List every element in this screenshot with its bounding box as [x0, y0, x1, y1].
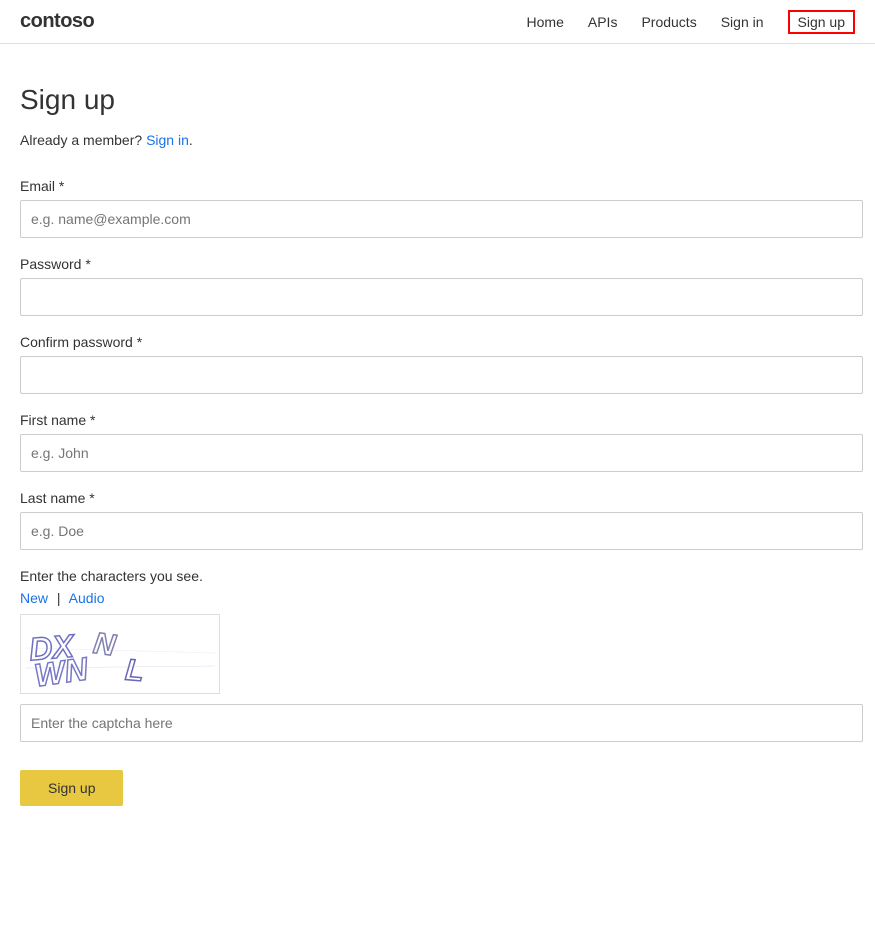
password-label: Password *: [20, 256, 855, 272]
signup-form: Email * Password * Confirm password * Fi…: [20, 178, 855, 806]
main-nav: Home APIs Products Sign in Sign up: [527, 10, 855, 34]
first-name-label: First name *: [20, 412, 855, 428]
captcha-image: DX N WN L: [20, 614, 220, 694]
site-header: contoso Home APIs Products Sign in Sign …: [0, 0, 875, 44]
first-name-group: First name *: [20, 412, 855, 472]
captcha-instruction: Enter the characters you see.: [20, 568, 855, 584]
signup-button[interactable]: Sign up: [20, 770, 123, 806]
confirm-password-input[interactable]: [20, 356, 863, 394]
svg-text:WN: WN: [32, 650, 91, 690]
confirm-password-group: Confirm password *: [20, 334, 855, 394]
captcha-svg: DX N WN L: [25, 618, 215, 690]
svg-text:L: L: [124, 654, 145, 688]
first-name-input[interactable]: [20, 434, 863, 472]
email-label: Email *: [20, 178, 855, 194]
already-member-text: Already a member? Sign in.: [20, 132, 855, 148]
captcha-section: Enter the characters you see. New | Audi…: [20, 568, 855, 742]
main-content: Sign up Already a member? Sign in. Email…: [0, 44, 875, 846]
captcha-input[interactable]: [20, 704, 863, 742]
captcha-links: New | Audio: [20, 590, 855, 606]
signin-link[interactable]: Sign in: [146, 132, 189, 148]
last-name-group: Last name *: [20, 490, 855, 550]
last-name-input[interactable]: [20, 512, 863, 550]
captcha-separator: |: [57, 590, 61, 606]
password-group: Password *: [20, 256, 855, 316]
nav-apis[interactable]: APIs: [588, 14, 618, 30]
site-logo: contoso: [20, 10, 94, 33]
nav-signin[interactable]: Sign in: [721, 14, 764, 30]
email-group: Email *: [20, 178, 855, 238]
last-name-label: Last name *: [20, 490, 855, 506]
captcha-audio-link[interactable]: Audio: [69, 590, 105, 606]
password-input[interactable]: [20, 278, 863, 316]
nav-products[interactable]: Products: [641, 14, 696, 30]
confirm-password-label: Confirm password *: [20, 334, 855, 350]
captcha-new-link[interactable]: New: [20, 590, 48, 606]
nav-home[interactable]: Home: [527, 14, 564, 30]
email-input[interactable]: [20, 200, 863, 238]
nav-signup[interactable]: Sign up: [788, 10, 855, 34]
page-title: Sign up: [20, 84, 855, 116]
